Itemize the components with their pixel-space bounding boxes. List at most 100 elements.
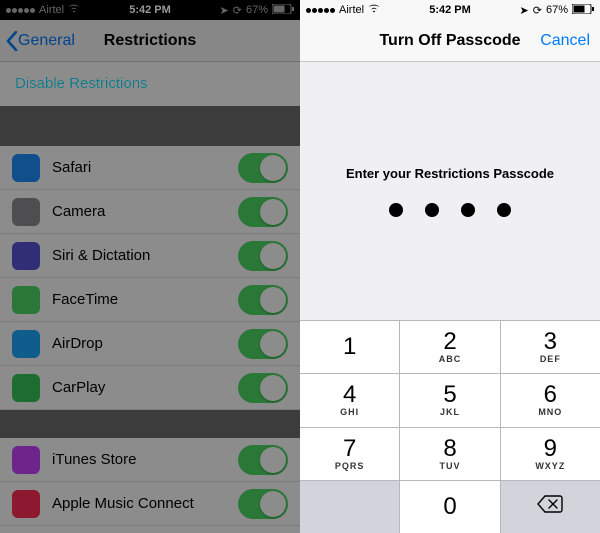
disable-restrictions-row[interactable]: Disable Restrictions <box>0 62 300 106</box>
app-label: FaceTime <box>52 291 238 308</box>
key-number: 8 <box>443 437 456 461</box>
key-6[interactable]: 6MNO <box>501 374 600 426</box>
disable-restrictions-label: Disable Restrictions <box>15 75 148 92</box>
key-4[interactable]: 4GHI <box>300 374 400 426</box>
toggle-switch[interactable] <box>238 153 288 183</box>
left-body: General Restrictions Disable Restriction… <box>0 20 300 533</box>
app-row[interactable]: Apple Music Connect <box>0 482 300 526</box>
app-icon <box>12 490 40 518</box>
app-icon <box>12 330 40 358</box>
app-icon <box>12 242 40 270</box>
key-letters: GHI <box>340 407 359 417</box>
toggle-switch[interactable] <box>238 329 288 359</box>
status-bar-left: Airtel 5:42 PM ➤ ⟳ 67% <box>0 0 300 20</box>
key-blank <box>300 481 400 533</box>
key-0[interactable]: 0 <box>400 481 500 533</box>
key-2[interactable]: 2ABC <box>400 321 500 373</box>
app-label: iTunes Store <box>52 451 238 468</box>
battery-icon-r <box>572 4 594 17</box>
battery-percent-r: 67% <box>546 4 568 16</box>
nav-bar-r: Turn Off Passcode Cancel <box>300 20 600 62</box>
passcode-dot <box>389 203 403 217</box>
cancel-button[interactable]: Cancel <box>540 32 590 50</box>
key-9[interactable]: 9WXYZ <box>501 428 600 480</box>
phone-left: Airtel 5:42 PM ➤ ⟳ 67% General Restricti… <box>0 0 300 533</box>
app-row[interactable]: AirDrop <box>0 322 300 366</box>
key-letters: WXYZ <box>535 461 565 471</box>
status-time-r: 5:42 PM <box>429 4 471 16</box>
key-8[interactable]: 8TUV <box>400 428 500 480</box>
back-label: General <box>18 32 75 50</box>
rotation-lock-icon-r: ⟳ <box>533 4 542 17</box>
app-icon <box>12 198 40 226</box>
nav-bar: General Restrictions <box>0 20 300 62</box>
location-icon-r: ➤ <box>520 4 529 17</box>
status-right: ➤ ⟳ 67% <box>220 4 294 17</box>
key-letters: PQRS <box>335 461 365 471</box>
app-icon <box>12 286 40 314</box>
key-1[interactable]: 1 <box>300 321 400 373</box>
key-number: 0 <box>443 495 456 519</box>
battery-percent: 67% <box>246 4 268 16</box>
number-keypad: 12ABC3DEF4GHI5JKL6MNO7PQRS8TUV9WXYZ 0 <box>300 320 600 533</box>
status-right-r: ➤ ⟳ 67% <box>520 4 594 17</box>
key-number: 2 <box>443 330 456 354</box>
back-button[interactable]: General <box>6 31 75 51</box>
passcode-dot <box>461 203 475 217</box>
key-5[interactable]: 5JKL <box>400 374 500 426</box>
page-title-r: Turn Off Passcode <box>379 32 520 50</box>
status-time: 5:42 PM <box>129 4 171 16</box>
passcode-dots <box>389 203 511 217</box>
key-3[interactable]: 3DEF <box>501 321 600 373</box>
key-letters: MNO <box>538 407 562 417</box>
toggle-switch[interactable] <box>238 489 288 519</box>
wifi-icon-r <box>368 4 380 16</box>
key-number: 3 <box>544 330 557 354</box>
section-allow: Allow: <box>0 106 300 146</box>
status-bar-right: Airtel 5:42 PM ➤ ⟳ 67% <box>300 0 600 20</box>
app-row[interactable]: Camera <box>0 190 300 234</box>
carrier-r: Airtel <box>339 4 364 16</box>
key-number: 5 <box>443 383 456 407</box>
app-row[interactable]: Safari <box>0 146 300 190</box>
chevron-left-icon <box>6 31 18 51</box>
key-letters: TUV <box>439 461 460 471</box>
passcode-prompt: Enter your Restrictions Passcode <box>346 166 554 181</box>
app-row[interactable]: CarPlay <box>0 366 300 410</box>
key-number: 7 <box>343 437 356 461</box>
app-row[interactable]: iTunes Store <box>0 438 300 482</box>
allow-list-1: Safari Camera Siri & Dictation FaceTime … <box>0 146 300 410</box>
app-label: Camera <box>52 203 238 220</box>
toggle-switch[interactable] <box>238 445 288 475</box>
key-7[interactable]: 7PQRS <box>300 428 400 480</box>
key-number: 9 <box>544 437 557 461</box>
app-icon <box>12 154 40 182</box>
toggle-switch[interactable] <box>238 197 288 227</box>
app-icon <box>12 446 40 474</box>
key-number: 6 <box>544 383 557 407</box>
wifi-icon <box>68 4 80 16</box>
status-left-r: Airtel <box>306 4 380 16</box>
allow-list-2: iTunes Store Apple Music Connect iBooks … <box>0 438 300 533</box>
app-row[interactable]: Siri & Dictation <box>0 234 300 278</box>
app-icon <box>12 374 40 402</box>
key-letters: JKL <box>440 407 460 417</box>
status-left: Airtel <box>6 4 80 16</box>
app-label: Safari <box>52 159 238 176</box>
passcode-dot <box>497 203 511 217</box>
key-number: 4 <box>343 383 356 407</box>
carrier: Airtel <box>39 4 64 16</box>
key-backspace[interactable] <box>501 481 600 533</box>
app-row[interactable]: iBooks Store <box>0 526 300 533</box>
passcode-dot <box>425 203 439 217</box>
app-label: CarPlay <box>52 379 238 396</box>
toggle-switch[interactable] <box>238 241 288 271</box>
phone-right: Airtel 5:42 PM ➤ ⟳ 67% Turn Off Passcode… <box>300 0 600 533</box>
passcode-area: Enter your Restrictions Passcode <box>300 62 600 320</box>
toggle-switch[interactable] <box>238 373 288 403</box>
app-row[interactable]: FaceTime <box>0 278 300 322</box>
toggle-switch[interactable] <box>238 285 288 315</box>
key-letters: DEF <box>540 354 561 364</box>
backspace-icon <box>537 494 563 519</box>
key-letters: ABC <box>439 354 462 364</box>
